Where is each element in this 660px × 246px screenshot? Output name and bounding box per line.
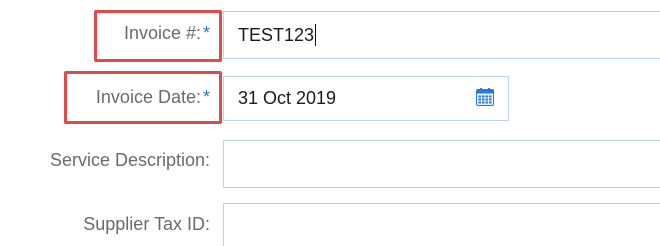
supplier-tax-id-field[interactable] xyxy=(223,203,660,246)
invoice-number-label: Invoice #: * xyxy=(124,23,210,44)
service-description-field[interactable] xyxy=(223,140,660,188)
invoice-date-label-text: Invoice Date: xyxy=(95,87,201,107)
invoice-date-value: 31 Oct 2019 xyxy=(238,88,337,108)
invoice-number-label-text: Invoice #: xyxy=(123,23,201,43)
supplier-tax-id-label: Supplier Tax ID: xyxy=(83,214,210,234)
invoice-date-field[interactable]: 31 Oct 2019 xyxy=(223,76,509,121)
invoice-date-label: Invoice Date: * xyxy=(96,87,210,108)
service-description-label: Service Description: xyxy=(49,150,210,170)
calendar-icon[interactable] xyxy=(476,88,494,106)
text-caret xyxy=(315,24,317,46)
required-asterisk: * xyxy=(202,87,210,107)
required-asterisk: * xyxy=(202,23,210,43)
invoice-form: Invoice #: * TEST123 Invoice Date: * 31 Oc… xyxy=(0,0,660,246)
invoice-number-field[interactable]: TEST123 xyxy=(223,11,660,59)
invoice-number-value: TEST123 xyxy=(238,24,315,45)
